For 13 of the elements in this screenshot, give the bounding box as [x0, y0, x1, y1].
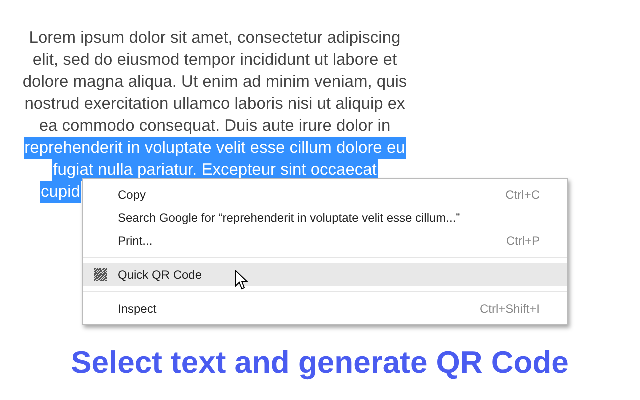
text-line: dolore magna aliqua. Ut enim ad minim veniam, quis — [22, 72, 408, 93]
text-line: ea commodo consequat. Duis aute irure dolor in — [38, 116, 392, 137]
mouse-cursor-icon — [235, 270, 248, 291]
menu-item[interactable]: Print... Ctrl+P — [83, 229, 567, 252]
text-line: elit, sed do eiusmod tempor incididunt ut labore et — [32, 50, 398, 71]
menu-item[interactable]: Copy Ctrl+C — [83, 183, 567, 206]
menu-item[interactable]: Inspect Ctrl+Shift+I — [83, 297, 567, 320]
caption-heading: Select text and generate QR Code — [70, 344, 570, 382]
menu-item[interactable]: Quick QR Code — [83, 263, 567, 286]
text-line: nostrud exercitation ullamco laboris nisi ut aliquip ex — [24, 94, 406, 115]
menu-item[interactable]: Search Google for “reprehenderit in voluptate velit esse cillum...” — [83, 206, 567, 229]
text-line: Lorem ipsum dolor sit amet, consectetur adipiscing — [28, 28, 402, 49]
qr-code-icon — [94, 268, 107, 281]
